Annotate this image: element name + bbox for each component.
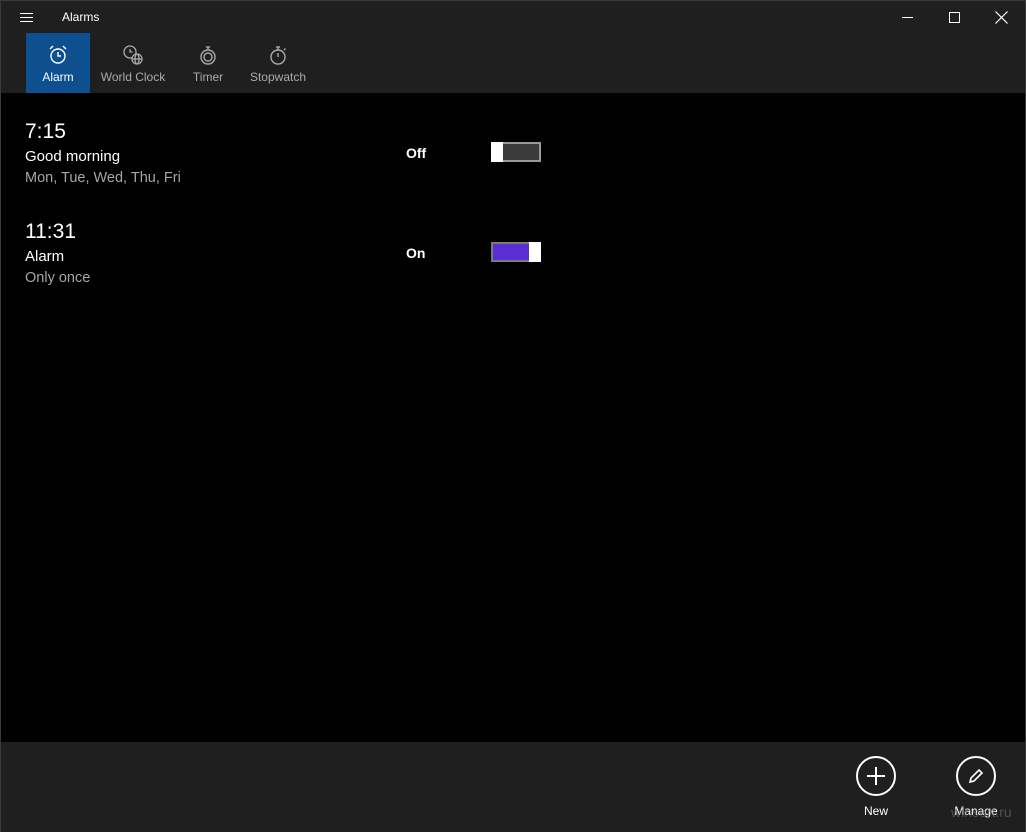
tab-label: World Clock bbox=[100, 70, 166, 84]
bottom-app-bar: New Manage bbox=[1, 742, 1025, 832]
tab-label: Alarm bbox=[42, 70, 74, 84]
alarm-item-alarm[interactable]: 11:31 Alarm Only once On bbox=[25, 220, 565, 300]
alarm-time: 7:15 bbox=[25, 120, 66, 143]
alarm-days: Only once bbox=[25, 270, 91, 286]
maximize-icon bbox=[948, 11, 960, 23]
tab-stopwatch[interactable]: Stopwatch bbox=[243, 33, 313, 93]
alarm-clock-icon bbox=[46, 43, 70, 67]
hamburger-menu-icon[interactable] bbox=[9, 5, 43, 29]
timer-icon bbox=[196, 43, 220, 67]
toggle-thumb bbox=[491, 142, 503, 162]
new-alarm-button[interactable]: New bbox=[841, 756, 911, 826]
tab-bar: Alarm World Clock Timer Stopwatch bbox=[1, 33, 1025, 93]
tab-label: Timer bbox=[192, 70, 224, 84]
alarm-name: Good morning bbox=[25, 148, 121, 165]
tab-timer[interactable]: Timer bbox=[177, 33, 239, 93]
alarm-days: Mon, Tue, Wed, Thu, Fri bbox=[25, 170, 181, 186]
close-icon bbox=[994, 10, 1008, 24]
close-button[interactable] bbox=[978, 1, 1024, 33]
maximize-button[interactable] bbox=[931, 1, 977, 33]
alarm-toggle[interactable] bbox=[491, 142, 541, 162]
watermark: winsert.ru bbox=[951, 804, 1012, 820]
tab-alarm[interactable]: Alarm bbox=[26, 33, 90, 93]
tab-label: Stopwatch bbox=[249, 70, 307, 84]
minimize-icon bbox=[901, 16, 913, 18]
toggle-thumb bbox=[529, 242, 541, 262]
alarm-time: 11:31 bbox=[25, 220, 76, 243]
stopwatch-icon bbox=[266, 43, 290, 67]
alarm-toggle[interactable] bbox=[491, 242, 541, 262]
alarm-item-good-morning[interactable]: 7:15 Good morning Mon, Tue, Wed, Thu, Fr… bbox=[25, 120, 565, 200]
alarm-state-label: On bbox=[406, 245, 426, 261]
app-title: Alarms bbox=[62, 10, 100, 24]
alarm-state-label: Off bbox=[406, 145, 427, 161]
title-bar: Alarms bbox=[1, 1, 1025, 33]
pencil-icon bbox=[956, 756, 996, 796]
alarm-name: Alarm bbox=[25, 248, 65, 265]
world-clock-icon bbox=[121, 43, 145, 67]
plus-icon bbox=[856, 756, 896, 796]
alarms-window: Alarms Alarm World Clock Timer Stopwatch… bbox=[0, 0, 1026, 832]
tab-world-clock[interactable]: World Clock bbox=[93, 33, 173, 93]
minimize-button[interactable] bbox=[884, 1, 930, 33]
new-button-label: New bbox=[863, 804, 888, 818]
